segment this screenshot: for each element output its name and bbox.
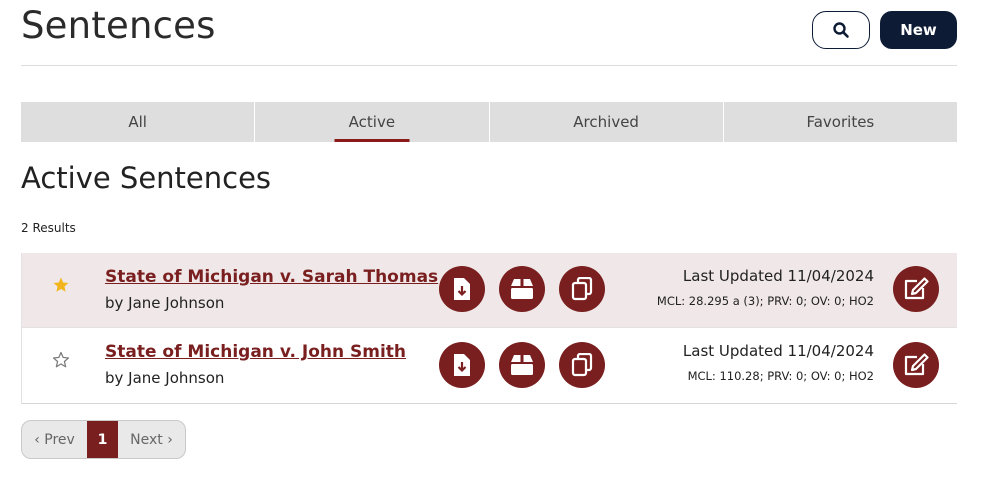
results-count: 2 Results: [21, 221, 76, 235]
sentence-row: State of Michigan v. Sarah Thomas by Jan…: [21, 253, 957, 328]
tab-label: Active: [348, 113, 396, 131]
new-button[interactable]: New: [880, 11, 957, 49]
tab-bar: All Active Archived Favorites: [21, 102, 957, 142]
current-page[interactable]: 1: [87, 421, 118, 458]
tab-active[interactable]: Active: [255, 102, 490, 142]
pagination: ‹ Prev 1 Next ›: [21, 420, 186, 459]
page-title: Sentences: [21, 4, 216, 47]
last-updated: Last Updated 11/04/2024: [682, 342, 874, 360]
case-title-link[interactable]: State of Michigan v. Sarah Thomas: [105, 267, 438, 287]
edit-icon: [904, 353, 929, 376]
copy-icon: [571, 277, 593, 301]
archive-box-icon: [511, 355, 533, 375]
last-updated: Last Updated 11/04/2024: [682, 267, 874, 285]
archive-button[interactable]: [499, 266, 545, 312]
tab-label: Favorites: [806, 113, 875, 131]
search-icon: [833, 22, 849, 38]
copy-button[interactable]: [559, 266, 605, 312]
next-page-button[interactable]: Next ›: [118, 421, 185, 458]
archive-button[interactable]: [499, 342, 545, 388]
download-button[interactable]: [439, 266, 485, 312]
download-button[interactable]: [439, 342, 485, 388]
case-author: by Jane Johnson: [105, 294, 225, 312]
copy-button[interactable]: [559, 342, 605, 388]
section-title: Active Sentences: [21, 161, 272, 195]
tab-all[interactable]: All: [21, 102, 256, 142]
favorite-toggle[interactable]: [51, 275, 71, 295]
case-author: by Jane Johnson: [105, 369, 225, 387]
copy-icon: [571, 353, 593, 377]
edit-icon: [904, 277, 929, 300]
sentence-list: State of Michigan v. Sarah Thomas by Jan…: [21, 253, 957, 404]
edit-button[interactable]: [893, 342, 939, 388]
favorite-toggle[interactable]: [51, 350, 71, 370]
sentence-codes: MCL: 110.28; PRV: 0; OV: 0; HO2: [687, 369, 874, 383]
file-download-icon: [454, 278, 470, 300]
sentence-codes: MCL: 28.295 a (3); PRV: 0; OV: 0; HO2: [656, 294, 874, 308]
star-outline-icon: [52, 351, 70, 368]
sentence-row: State of Michigan v. John Smith by Jane …: [21, 328, 957, 404]
edit-button[interactable]: [893, 266, 939, 312]
tab-label: Archived: [573, 113, 639, 131]
star-icon: [53, 277, 69, 292]
active-tab-indicator: [334, 139, 410, 142]
search-button[interactable]: [812, 11, 870, 49]
tab-favorites[interactable]: Favorites: [724, 102, 957, 142]
case-title-link[interactable]: State of Michigan v. John Smith: [105, 342, 406, 362]
prev-page-button[interactable]: ‹ Prev: [22, 421, 87, 458]
file-download-icon: [454, 354, 470, 376]
archive-box-icon: [511, 279, 533, 299]
tab-label: All: [128, 113, 147, 131]
header-divider: [21, 65, 957, 66]
tab-archived[interactable]: Archived: [490, 102, 724, 142]
